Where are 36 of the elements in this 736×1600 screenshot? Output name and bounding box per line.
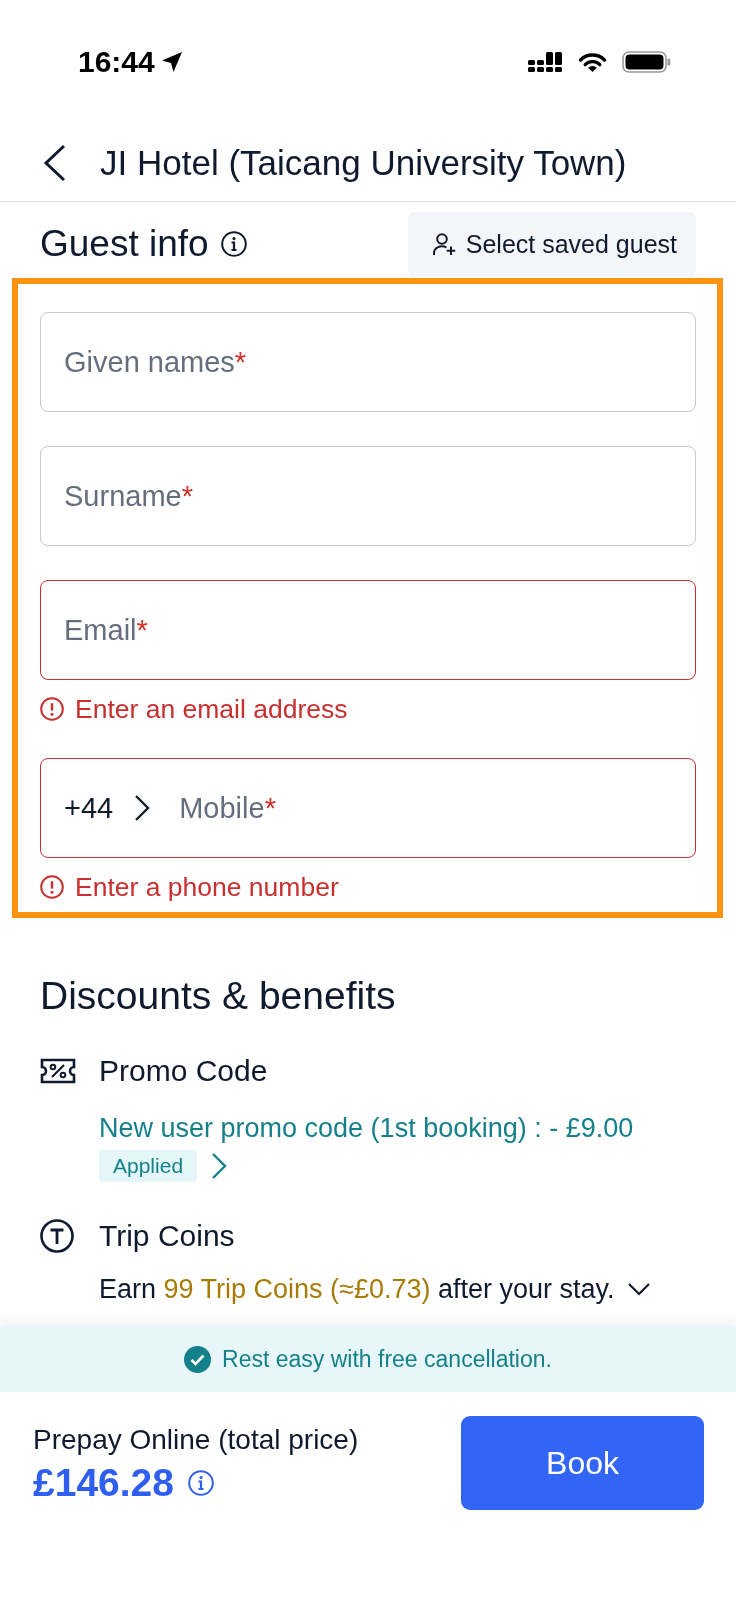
- user-plus-icon: [431, 232, 456, 256]
- promo-text: New user promo code (1st booking) : - £9.00: [99, 1112, 635, 1144]
- location-arrow-icon: [159, 50, 184, 74]
- hotel-title: JI Hotel (Taicang University Town): [100, 142, 627, 183]
- select-saved-guest-button[interactable]: Select saved guest: [407, 212, 696, 276]
- benefit-title: Promo Code: [99, 1053, 268, 1089]
- chevron-right-icon[interactable]: [211, 1152, 228, 1180]
- back-icon[interactable]: [43, 143, 67, 182]
- signal-icon: [528, 52, 563, 72]
- ticket-percent-icon: [40, 1058, 76, 1084]
- coin-icon: [40, 1219, 74, 1253]
- banner-text: Rest easy with free cancellation.: [222, 1345, 552, 1373]
- country-code-button[interactable]: +44: [64, 791, 151, 825]
- price-label: Prepay Online (total price): [33, 1425, 359, 1455]
- total-price: £146.28: [33, 1461, 174, 1505]
- alert-icon: [40, 875, 64, 899]
- wifi-icon: [577, 51, 608, 73]
- benefit-title: Trip Coins: [99, 1218, 235, 1254]
- check-circle-icon: [184, 1345, 212, 1373]
- error-message: Enter a phone number: [75, 871, 339, 903]
- status-time: 16:44: [78, 45, 155, 79]
- input-field[interactable]: Surname*: [40, 446, 696, 546]
- alert-icon: [40, 697, 64, 721]
- section-heading: Guest info: [40, 223, 209, 265]
- coins-earning-text: Earn 99 Trip Coins (≈£0.73) after your stay.: [99, 1273, 615, 1305]
- phone-input-field[interactable]: +44 Mobile*: [40, 758, 696, 858]
- section-heading: Discounts & benefits: [40, 974, 397, 1018]
- input-field[interactable]: Given names*: [40, 312, 696, 412]
- input-field[interactable]: Email*: [40, 580, 696, 680]
- chevron-right-icon: [134, 794, 151, 822]
- book-button[interactable]: Book: [461, 1416, 704, 1510]
- battery-icon: [622, 51, 671, 73]
- error-message: Enter an email address: [75, 693, 348, 725]
- chevron-down-icon[interactable]: [626, 1282, 651, 1296]
- info-icon[interactable]: [220, 231, 247, 257]
- status-badge: Applied: [99, 1150, 198, 1182]
